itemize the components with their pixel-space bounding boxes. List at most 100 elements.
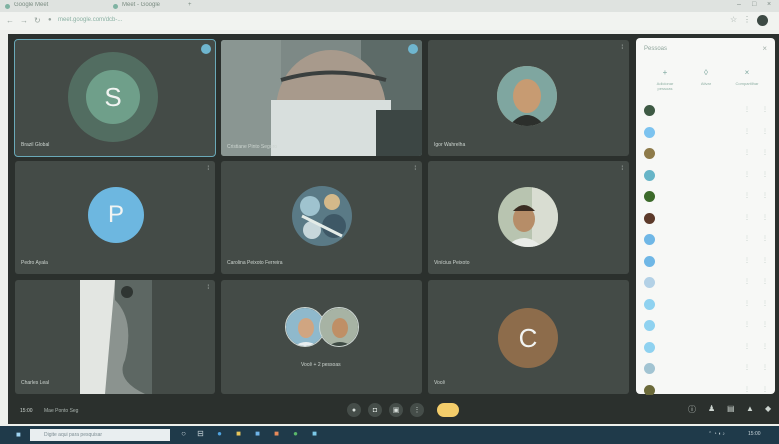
add-people-button[interactable]: + Adicionar pessoas (650, 68, 680, 91)
mic-button[interactable]: ● (347, 403, 361, 417)
activities-icon[interactable]: ▲ (746, 404, 754, 413)
mute-all-button[interactable]: ◊ Ativar (691, 68, 721, 86)
participant-list-item[interactable]: ⋮ ⋮ (644, 102, 768, 120)
url-text[interactable]: meet.google.com/dcb-... (58, 17, 122, 23)
forward-icon[interactable]: → (20, 16, 28, 25)
tab-google-meet[interactable]: Google Meet (2, 2, 82, 11)
participant-list-item[interactable]: ⋮ ⋮ (644, 360, 768, 378)
mic-status-icon[interactable]: ⋮ (744, 128, 750, 135)
present-button[interactable]: ▣ (389, 403, 403, 417)
mic-status-icon[interactable]: ⋮ (744, 235, 750, 242)
participant-tile[interactable]: P ⁞ Pedro Ayala (15, 161, 215, 274)
participant-name: Carolina Peixoto Ferreira (227, 260, 283, 266)
more-options-icon[interactable]: ⋮ (762, 149, 768, 156)
more-options-icon[interactable]: ⋮ (762, 214, 768, 221)
participant-name: Você (434, 380, 446, 386)
more-options-icon[interactable]: ⋮ (762, 278, 768, 285)
more-options-icon[interactable]: ⋮ (762, 364, 768, 371)
task-view-icon[interactable]: ⊟ (195, 429, 206, 440)
new-tab-button[interactable]: + (186, 2, 200, 11)
mic-status-icon[interactable]: ⋮ (744, 257, 750, 264)
participant-list-item[interactable]: ⋮ ⋮ (644, 188, 768, 206)
more-options-icon[interactable]: ⋮ (762, 386, 768, 393)
reload-icon[interactable]: ↻ (34, 16, 41, 25)
favicon-icon (113, 4, 118, 9)
people-icon[interactable]: ♟ (708, 404, 715, 413)
participant-name: Igor Wahrelha (434, 142, 466, 148)
participant-list-item[interactable]: ⋮ ⋮ (644, 124, 768, 142)
close-window-button[interactable]: × (767, 1, 771, 8)
mic-status-icon[interactable]: ⋮ (744, 321, 750, 328)
participant-avatar (644, 363, 655, 374)
participant-photo (319, 307, 359, 347)
participant-list-item[interactable]: ⋮ ⋮ (644, 317, 768, 335)
participant-photo (497, 66, 557, 126)
participant-list-item[interactable]: ⋮ ⋮ (644, 231, 768, 249)
more-options-button[interactable]: ⋮ (410, 403, 424, 417)
mic-status-icon[interactable]: ⋮ (744, 214, 750, 221)
participant-avatar (644, 191, 655, 202)
more-options-icon[interactable]: ⋮ (762, 171, 768, 178)
more-icon: ⋮ (413, 407, 421, 414)
more-options-icon[interactable]: ⋮ (762, 128, 768, 135)
mic-status-icon[interactable]: ⋮ (744, 106, 750, 113)
participant-list-item[interactable]: ⋮ ⋮ (644, 145, 768, 163)
mic-status-icon[interactable]: ⋮ (744, 278, 750, 285)
participant-tile[interactable]: ⁞ Vinícius Peixoto (428, 161, 629, 274)
mic-status-icon[interactable]: ⋮ (744, 343, 750, 350)
tab-meet[interactable]: Meet - Google (110, 2, 180, 11)
maximize-button[interactable]: □ (752, 1, 756, 8)
camera-icon: ◘ (372, 406, 378, 414)
participant-list-item[interactable]: ⋮ ⋮ (644, 253, 768, 271)
participant-tile[interactable]: ⁞ Igor Wahrelha (428, 40, 629, 156)
participant-tile[interactable]: Você + 2 pessoas (221, 280, 422, 394)
close-icon[interactable]: × (762, 44, 767, 53)
participant-list-item[interactable]: ⋮ ⋮ (644, 274, 768, 292)
file-explorer-icon[interactable]: ■ (233, 429, 244, 440)
participant-list-item[interactable]: ⋮ ⋮ (644, 210, 768, 228)
info-icon[interactable]: ⓘ (688, 404, 696, 415)
participant-tile[interactable]: Cristiane Pinto Seguro (221, 40, 422, 156)
more-options-icon[interactable]: ⋮ (762, 257, 768, 264)
system-tray-icons[interactable]: ⌃ ◔ ◖ ♪ (708, 431, 725, 437)
cortana-icon[interactable]: ○ (178, 429, 189, 440)
mic-status-icon[interactable]: ⋮ (744, 386, 750, 393)
participant-list-item[interactable]: ⋮ ⋮ (644, 296, 768, 314)
participant-tile[interactable]: ⁞ Charles Leal (15, 280, 215, 394)
app-icon[interactable]: ■ (309, 429, 320, 440)
more-options-icon[interactable]: ⋮ (762, 192, 768, 199)
muted-icon: ⁞ (621, 45, 623, 51)
edge-icon[interactable]: ● (214, 429, 225, 440)
star-icon[interactable]: ☆ (730, 15, 737, 24)
windows-start-icon[interactable]: ■ (16, 430, 21, 439)
mic-status-icon[interactable]: ⋮ (744, 300, 750, 307)
mic-status-icon[interactable]: ⋮ (744, 364, 750, 371)
participant-list-item[interactable]: ⋮ ⋮ (644, 167, 768, 185)
profile-avatar[interactable] (757, 15, 768, 26)
taskbar-search-input[interactable]: Digite aqui para pesquisar (30, 429, 170, 441)
muted-icon: ⁞ (207, 166, 209, 172)
more-options-icon[interactable]: ⋮ (762, 300, 768, 307)
mic-status-icon[interactable]: ⋮ (744, 192, 750, 199)
mic-status-icon[interactable]: ⋮ (744, 149, 750, 156)
minimize-button[interactable]: – (737, 1, 741, 8)
more-options-icon[interactable]: ⋮ (762, 343, 768, 350)
chrome-icon[interactable]: ● (290, 429, 301, 440)
participant-tile[interactable]: ⁞ Carolina Peixoto Ferreira (221, 161, 422, 274)
leave-call-button[interactable] (437, 403, 459, 417)
lock-icon[interactable]: ◆ (765, 404, 771, 413)
participant-tile[interactable]: C Você (428, 280, 629, 394)
store-icon[interactable]: ■ (252, 429, 263, 440)
chat-icon[interactable]: ▤ (727, 404, 735, 413)
mic-status-icon[interactable]: ⋮ (744, 171, 750, 178)
share-button[interactable]: × Compartilhar (732, 68, 762, 86)
camera-button[interactable]: ◘ (368, 403, 382, 417)
more-options-icon[interactable]: ⋮ (762, 106, 768, 113)
mail-icon[interactable]: ■ (271, 429, 282, 440)
participant-list-item[interactable]: ⋮ ⋮ (644, 339, 768, 357)
more-options-icon[interactable]: ⋮ (762, 235, 768, 242)
more-options-icon[interactable]: ⋮ (762, 321, 768, 328)
participant-tile[interactable]: S Brazil Global (14, 39, 216, 157)
extensions-icon[interactable]: ⋮ (743, 15, 751, 24)
back-icon[interactable]: ← (6, 16, 14, 25)
